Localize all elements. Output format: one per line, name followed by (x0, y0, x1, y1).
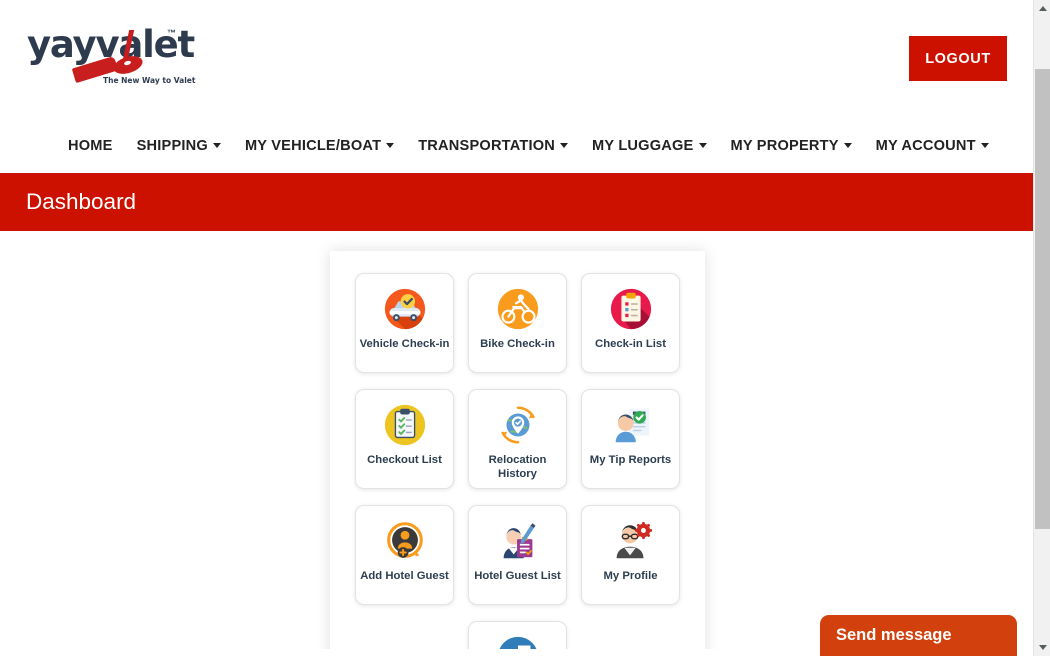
nav-item-label: MY ACCOUNT (875, 137, 976, 154)
person-report-icon (608, 402, 654, 448)
dashboard-tile-add-hotel-guest[interactable]: Add Hotel Guest (355, 505, 454, 605)
logo-tagline: The New Way to Valet (103, 76, 196, 85)
nav-item-label: MY PROPERTY (730, 137, 839, 154)
vertical-scrollbar[interactable] (1033, 0, 1050, 656)
page-content: yayvalet ™ The New Way to Valet LOGOUT H… (0, 0, 1033, 656)
chevron-down-icon (386, 143, 395, 148)
dashboard-tile-checkout-list[interactable]: Checkout List (355, 389, 454, 489)
dashboard-tile-check-in-list[interactable]: Check-in List (581, 273, 680, 373)
nav-item-home[interactable]: HOME (68, 138, 113, 154)
browser-viewport: yayvalet ™ The New Way to Valet LOGOUT H… (0, 0, 1050, 656)
dashboard-tile-label: Relocation History (488, 454, 547, 480)
nav-item-my-account[interactable]: MY ACCOUNT (876, 138, 989, 154)
site-header: yayvalet ™ The New Way to Valet LOGOUT (0, 0, 1033, 118)
scrollbar-thumb[interactable] (1035, 69, 1050, 529)
profile-gear-icon (608, 518, 654, 564)
dashboard-tile-label: Check-in List (595, 338, 666, 350)
nav-item-label: TRANSPORTATION (418, 137, 556, 154)
chevron-down-icon (843, 143, 852, 148)
nav-item-label: SHIPPING (136, 137, 208, 154)
dashboard-tile-panel: Vehicle Check-in Bike Check-in Check-in … (330, 251, 705, 649)
exit-door-icon (495, 634, 541, 649)
chevron-down-icon (560, 143, 569, 148)
send-message-label: Send message (836, 626, 952, 644)
add-guest-icon (382, 518, 428, 564)
scroll-down-arrow-icon[interactable] (1034, 639, 1050, 656)
clipboard-checkout-icon (382, 402, 428, 448)
page-banner: Dashboard (0, 173, 1033, 231)
nav-item-label: MY VEHICLE/BOAT (244, 137, 382, 154)
dashboard-tile-my-tip-reports[interactable]: My Tip Reports (581, 389, 680, 489)
motorbike-icon (495, 286, 541, 332)
scroll-up-arrow-icon[interactable] (1034, 0, 1050, 17)
nav-item-shipping[interactable]: SHIPPING (137, 138, 221, 154)
dashboard-tile-label: My Profile (603, 570, 658, 582)
nav-item-transportation[interactable]: TRANSPORTATION (418, 137, 569, 154)
clipboard-checklist-icon (608, 286, 654, 332)
dashboard-tile-bike-check-in[interactable]: Bike Check-in (468, 273, 567, 373)
globe-location-icon (495, 402, 541, 448)
logout-button[interactable]: LOGOUT (909, 36, 1007, 81)
nav-item-label: HOME (68, 137, 113, 154)
dashboard-content: Vehicle Check-in Bike Check-in Check-in … (0, 231, 1033, 649)
dashboard-tile-label: Checkout List (367, 454, 442, 466)
page-title: Dashboard (26, 189, 137, 214)
dashboard-tile-label: Add Hotel Guest (360, 570, 449, 582)
nav-item-my-luggage[interactable]: MY LUGGAGE (592, 137, 707, 154)
dashboard-tile-grid: Vehicle Check-in Bike Check-in Check-in … (330, 265, 705, 649)
guest-list-icon (495, 518, 541, 564)
nav-item-my-property[interactable]: MY PROPERTY (731, 138, 852, 154)
nav-item-my-vehicle-boat[interactable]: MY VEHICLE/BOAT (244, 137, 395, 154)
dashboard-tile-hotel-guest-list[interactable]: Hotel Guest List (468, 505, 567, 605)
dashboard-tile-my-profile[interactable]: My Profile (581, 505, 680, 605)
dashboard-tile-relocation-history[interactable]: Relocation History (468, 389, 567, 489)
dashboard-tile-vehicle-check-in[interactable]: Vehicle Check-in (355, 273, 454, 373)
car-check-icon (382, 286, 428, 332)
trademark-symbol: ™ (167, 28, 176, 38)
nav-item-label: MY LUGGAGE (592, 137, 694, 154)
send-message-widget[interactable]: Send message (820, 615, 1017, 656)
dashboard-tile-label: Vehicle Check-in (359, 338, 450, 350)
chevron-down-icon (698, 143, 707, 148)
dashboard-tile-label: My Tip Reports (589, 454, 672, 466)
yayvalet-logo[interactable]: yayvalet ™ The New Way to Valet (27, 26, 195, 94)
dashboard-tile-exit-door-icon[interactable] (468, 621, 567, 649)
chevron-down-icon (212, 143, 221, 148)
dashboard-tile-label: Bike Check-in (480, 338, 555, 350)
dashboard-tile-label: Hotel Guest List (474, 570, 561, 582)
main-navigation: HOME SHIPPING MY VEHICLE/BOAT TRANSPORTATIO… (0, 118, 1033, 173)
chevron-down-icon (980, 143, 989, 148)
